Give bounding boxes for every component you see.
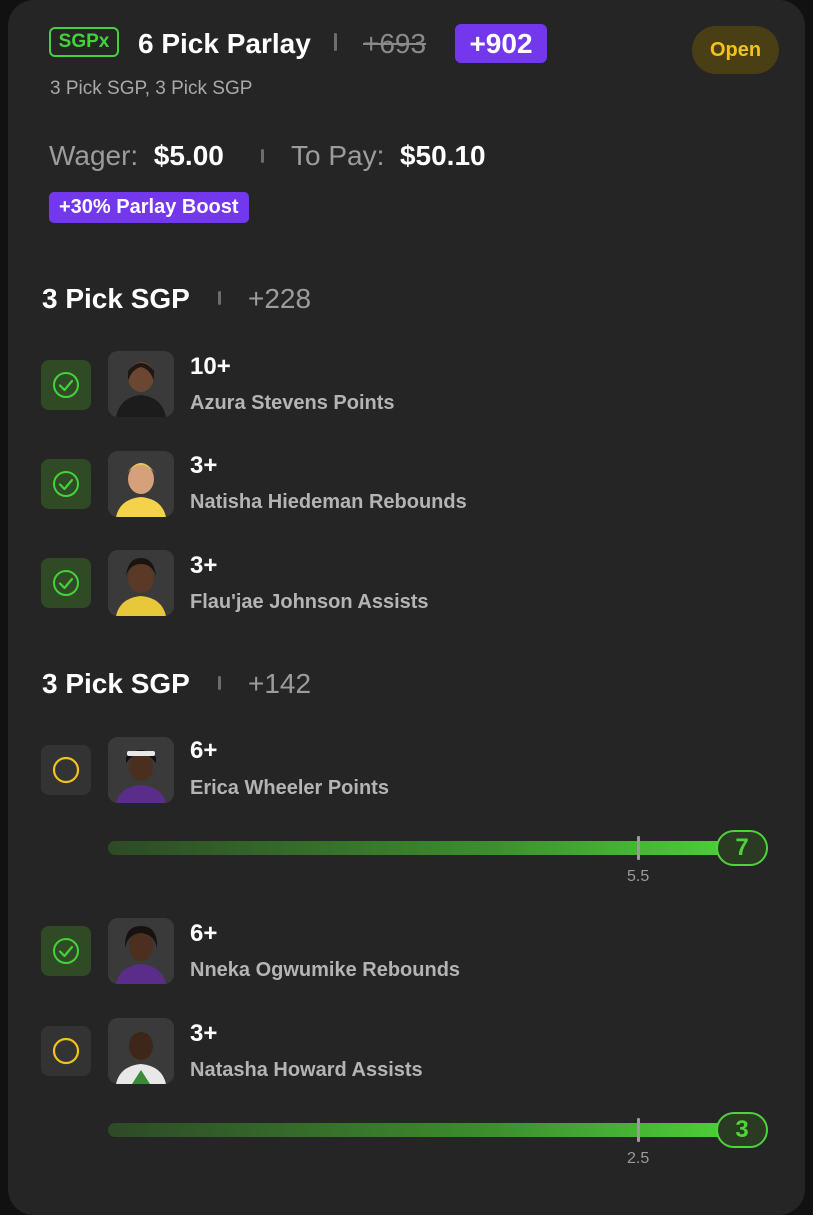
parlay-title: 6 Pick Parlay	[138, 28, 311, 59]
player-avatar	[108, 737, 174, 803]
threshold-label: 5.5	[627, 868, 650, 885]
threshold-tick	[637, 836, 640, 860]
to-pay-value: $50.10	[399, 140, 486, 171]
check-circle-icon	[41, 926, 91, 976]
pending-circle-icon	[41, 1026, 91, 1076]
current-stat-bubble: 3	[716, 1112, 768, 1148]
threshold-label: 2.5	[627, 1150, 650, 1167]
pick-line: 3+	[190, 1020, 218, 1047]
wager-label: Wager:	[49, 140, 139, 171]
wager-value: $5.00	[153, 140, 224, 171]
parlay-card: SGPx 6 Pick Parlay +693 +902 Open 3 Pick…	[8, 0, 805, 1215]
player-avatar	[108, 918, 174, 984]
pick-description: Nneka Ogwumike Rebounds	[190, 959, 461, 981]
boosted-odds-badge: +902	[455, 24, 547, 63]
header-divider	[334, 33, 337, 51]
wager-divider	[261, 149, 264, 163]
pick-line: 6+	[190, 920, 218, 947]
wager-row: Wager: $5.00	[49, 138, 224, 174]
player-avatar	[108, 451, 174, 517]
check-circle-icon	[41, 558, 91, 608]
parlay-subtitle: 3 Pick SGP, 3 Pick SGP	[50, 78, 253, 99]
section-title: 3 Pick SGP	[42, 668, 190, 699]
pick-description: Natasha Howard Assists	[190, 1059, 423, 1081]
section-divider	[218, 291, 221, 305]
section-title: 3 Pick SGP	[42, 283, 190, 314]
stat-progress-bar	[108, 1123, 748, 1137]
current-stat-bubble: 7	[716, 830, 768, 866]
check-circle-icon	[41, 360, 91, 410]
to-pay-row: To Pay: $50.10	[291, 138, 486, 174]
section-divider	[218, 676, 221, 690]
threshold-tick	[637, 1118, 640, 1142]
player-avatar	[108, 550, 174, 616]
stat-progress-bar	[108, 841, 748, 855]
original-odds: +693	[363, 28, 427, 59]
to-pay-label: To Pay:	[291, 140, 385, 171]
pick-line: 10+	[190, 353, 231, 380]
player-avatar	[108, 1018, 174, 1084]
section-odds: +142	[248, 668, 312, 699]
pick-line: 3+	[190, 552, 218, 579]
sgpx-badge: SGPx	[49, 27, 119, 57]
pick-description: Azura Stevens Points	[190, 392, 395, 414]
pick-description: Flau'jae Johnson Assists	[190, 591, 429, 613]
pending-circle-icon	[41, 745, 91, 795]
status-badge: Open	[692, 26, 779, 74]
player-avatar	[108, 351, 174, 417]
parlay-boost-badge: +30% Parlay Boost	[49, 192, 249, 223]
pick-line: 6+	[190, 737, 218, 764]
pick-description: Natisha Hiedeman Rebounds	[190, 491, 467, 513]
pick-line: 3+	[190, 452, 218, 479]
pick-description: Erica Wheeler Points	[190, 777, 389, 799]
check-circle-icon	[41, 459, 91, 509]
section-odds: +228	[248, 283, 312, 314]
